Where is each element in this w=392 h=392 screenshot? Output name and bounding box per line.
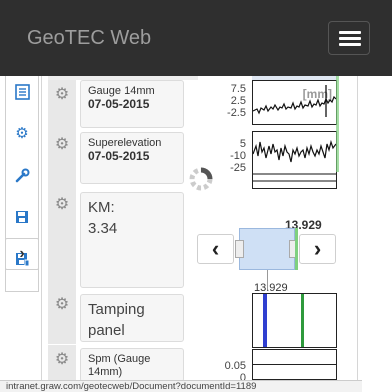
gear-icon[interactable]: ⚙ — [6, 118, 38, 148]
tamping-marker — [301, 294, 304, 347]
plot-superelevation[interactable] — [252, 131, 337, 189]
app-title[interactable]: GeoTEC Web — [27, 27, 151, 50]
wrench-icon[interactable] — [6, 160, 38, 190]
chevron-right-icon: › — [313, 236, 322, 261]
status-bar-url: intranet.graw.com/geotecweb/Document?doc… — [0, 380, 362, 392]
tamping-marker — [263, 294, 267, 347]
gear-icon[interactable]: ⚙ — [48, 130, 76, 190]
gear-icon[interactable]: ⚙ — [48, 80, 76, 130]
hamburger-icon — [339, 43, 361, 46]
expand-sidebar-button[interactable]: › — [5, 238, 39, 270]
plot-gauge[interactable]: [mm] — [252, 80, 337, 125]
range-marker — [295, 228, 298, 270]
plot-top-stub — [252, 76, 337, 80]
channel-label-spm[interactable]: Spm (Gauge 14mm) — [80, 348, 184, 382]
chevron-right-icon: › — [19, 245, 25, 262]
hamburger-icon — [339, 37, 361, 40]
channel-label-km[interactable]: KM: 3.34 — [80, 192, 184, 288]
channel-label-tamping[interactable]: Tamping panel — [80, 294, 184, 342]
menu-toggle-button[interactable] — [328, 21, 370, 55]
range-handle-left[interactable] — [235, 240, 244, 258]
km-value: 3.34 — [88, 220, 118, 237]
next-button[interactable]: › — [299, 234, 336, 264]
channel-name: Spm (Gauge 14mm) — [88, 353, 151, 378]
channel-name: Tamping panel — [88, 301, 145, 339]
previous-button[interactable]: ‹ — [197, 234, 234, 264]
axis-scale: 7.5 2.5 -2.5 — [227, 83, 246, 119]
channel-date: 07-05-2015 — [88, 97, 150, 111]
plot-tamping[interactable] — [252, 293, 337, 348]
top-navbar: GeoTEC Web — [0, 0, 392, 76]
gear-icon[interactable]: ⚙ — [48, 290, 76, 344]
loading-spinner-icon — [189, 167, 213, 191]
document-list-icon[interactable] — [6, 77, 38, 107]
range-highlight — [336, 76, 339, 172]
gear-icon[interactable]: ⚙ — [48, 190, 76, 290]
channel-name: KM: — [88, 199, 115, 216]
gear-icon[interactable]: ⚙ — [48, 345, 76, 385]
hamburger-icon — [339, 31, 361, 34]
channel-date: 07-05-2015 — [88, 149, 150, 163]
divider — [41, 76, 42, 392]
km-range-selector[interactable] — [239, 228, 295, 270]
save-icon[interactable] — [6, 202, 38, 232]
channel-label-superelevation[interactable]: Superelevation 07-05-2015 — [80, 132, 184, 184]
chevron-left-icon: ‹ — [211, 236, 220, 261]
channel-label-gauge[interactable]: Gauge 14mm 07-05-2015 — [80, 80, 184, 128]
divider — [357, 76, 358, 392]
baseline — [253, 364, 336, 365]
plot-spm[interactable] — [252, 349, 337, 380]
